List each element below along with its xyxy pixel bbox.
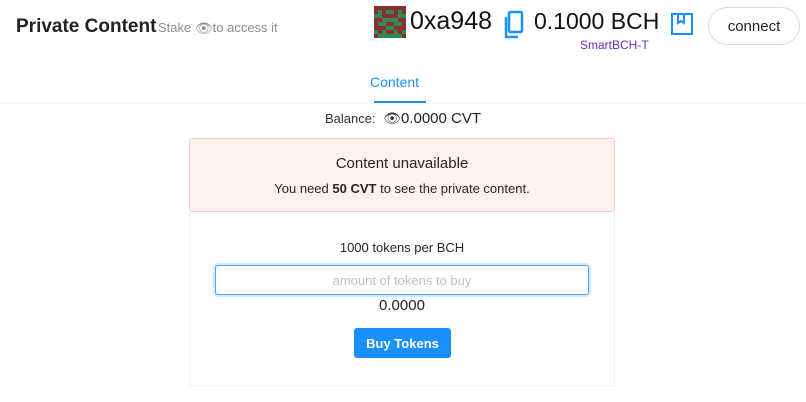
wallet-book-icon[interactable]: [670, 12, 694, 36]
copy-icon[interactable]: [503, 10, 525, 40]
tab-bar: Content: [0, 56, 806, 104]
buy-tokens-button[interactable]: Buy Tokens: [354, 328, 451, 358]
alert-description: You need 50 CVT to see the private conte…: [190, 181, 614, 196]
app-header: Private Content Stake 👁 to access it 0xa…: [0, 0, 806, 56]
buy-tokens-card: 1000 tokens per BCH 0.0000 Buy Tokens: [189, 212, 615, 386]
eye-icon: 👁: [383, 110, 401, 126]
tab-content[interactable]: Content: [370, 74, 419, 90]
wallet-balance: 0.1000 BCH: [534, 8, 660, 34]
token-amount-input[interactable]: [215, 265, 589, 295]
identicon-avatar: [374, 6, 406, 38]
network-label: SmartBCH-T: [580, 38, 649, 52]
tab-active-indicator: [374, 101, 426, 103]
app-title: Private Content: [16, 16, 157, 37]
alert-desc-prefix: You need: [274, 181, 333, 196]
content-unavailable-alert: Content unavailable You need 50 CVT to s…: [189, 138, 615, 212]
alert-desc-suffix: to see the private content.: [376, 181, 530, 196]
connect-button[interactable]: connect: [708, 7, 800, 45]
tagline-suffix: to access it: [212, 20, 278, 35]
alert-title: Content unavailable: [335, 155, 469, 172]
tagline-prefix: Stake: [158, 20, 195, 35]
eye-icon: 👁: [194, 19, 213, 36]
wallet-address: 0xa948: [410, 7, 493, 35]
required-amount: 50 CVT: [332, 181, 377, 196]
token-balance: Balance: 👁0.0000 CVT: [0, 110, 806, 127]
exchange-rate: 1000 tokens per BCH: [339, 240, 465, 255]
tagline: Stake 👁 to access it: [158, 20, 278, 35]
balance-value: 0.0000 CVT: [400, 110, 482, 127]
balance-label: Balance:: [324, 111, 376, 126]
cost-value: 0.0000: [379, 297, 425, 314]
